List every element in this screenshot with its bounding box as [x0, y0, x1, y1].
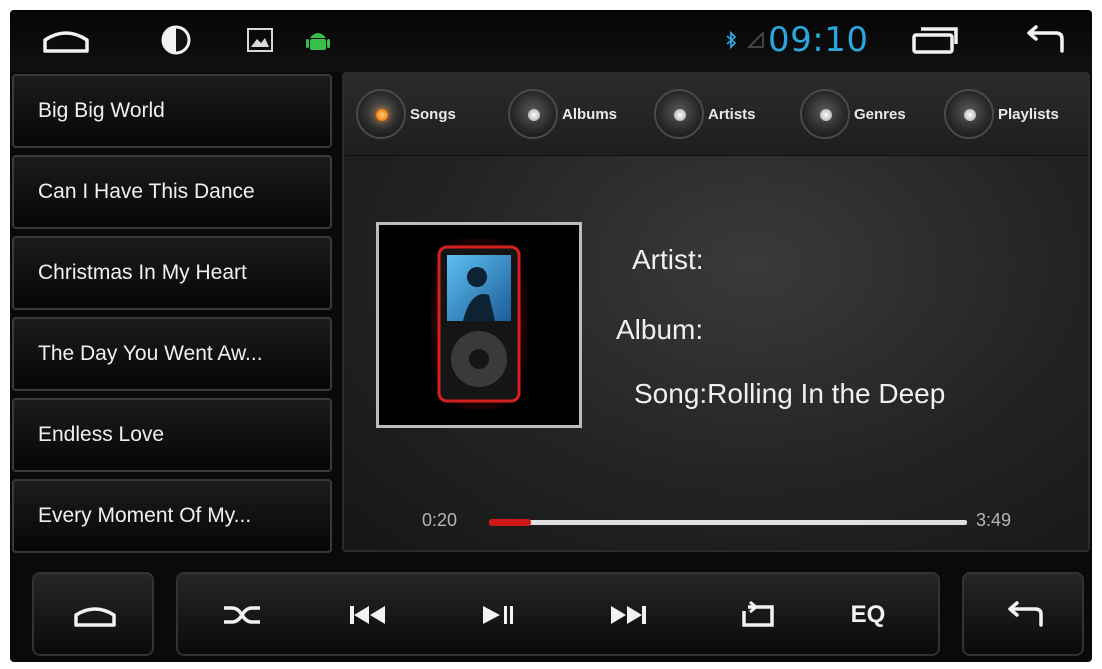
home-icon[interactable] [40, 18, 92, 62]
tab-label: Artists [708, 105, 756, 123]
tab-artists[interactable]: Artists [654, 88, 756, 140]
progress-bar[interactable] [489, 519, 967, 526]
song-item[interactable]: The Day You Went Aw... [12, 317, 332, 391]
tab-knob [944, 89, 994, 139]
signal-icon [745, 18, 767, 62]
status-bar: 09:10 [10, 10, 1092, 72]
song-title: The Day You Went Aw... [38, 342, 263, 365]
tab-label: Songs [410, 105, 456, 123]
song-list: Big Big World Can I Have This Dance Chri… [12, 74, 332, 553]
android-icon [300, 18, 336, 62]
song-title: Christmas In My Heart [38, 261, 247, 284]
tab-albums[interactable]: Albums [508, 88, 617, 140]
progress-fill [489, 519, 531, 526]
bluetooth-icon [720, 18, 742, 62]
song-item[interactable]: Every Moment Of My... [12, 479, 332, 553]
tab-genres[interactable]: Genres [800, 88, 906, 140]
back-icon[interactable] [1015, 18, 1075, 62]
song-item[interactable]: Endless Love [12, 398, 332, 472]
album-art [376, 222, 582, 428]
eq-label: EQ [850, 601, 886, 628]
song-item[interactable]: Big Big World [12, 74, 332, 148]
tab-label: Genres [854, 105, 906, 123]
image-icon [242, 18, 278, 62]
home-icon [70, 592, 120, 638]
song-title: Endless Love [38, 423, 165, 446]
back-icon [998, 592, 1052, 638]
music-player-icon [379, 225, 579, 425]
tab-label: Playlists [998, 105, 1059, 123]
shuffle-icon[interactable] [212, 592, 272, 638]
repeat-icon[interactable] [728, 592, 788, 638]
tab-label: Albums [562, 105, 618, 123]
previous-icon[interactable] [338, 592, 398, 638]
song-item[interactable]: Can I Have This Dance [12, 155, 332, 229]
tab-knob [800, 89, 850, 139]
clock: 09:10 [768, 20, 869, 60]
tab-songs[interactable]: Songs [356, 88, 456, 140]
current-time: 0:20 [422, 510, 458, 530]
total-time: 3:49 [976, 510, 1012, 530]
song-title: Every Moment Of My... [38, 504, 252, 527]
tab-knob [356, 89, 406, 139]
play-pause-icon[interactable] [468, 592, 528, 638]
brightness-icon[interactable] [155, 18, 197, 62]
album-label: Album: [616, 314, 704, 345]
song-label: Song:Rolling In the Deep [634, 378, 946, 409]
next-icon[interactable] [598, 592, 658, 638]
now-playing-panel: Songs Albums Artists Genres Playlists Ar… [342, 72, 1090, 552]
song-title: Can I Have This Dance [38, 180, 255, 203]
song-title: Big Big World [38, 99, 165, 122]
recent-apps-icon[interactable] [905, 18, 965, 62]
car-media-player: 09:10 Big Big World Can I Have This Danc… [10, 10, 1092, 662]
tab-knob [654, 89, 704, 139]
artist-label: Artist: [632, 244, 704, 275]
back-button[interactable] [962, 572, 1084, 656]
tab-knob [508, 89, 558, 139]
home-button[interactable] [32, 572, 154, 656]
song-item[interactable]: Christmas In My Heart [12, 236, 332, 310]
category-tabs: Songs Albums Artists Genres Playlists [344, 74, 1088, 156]
tab-playlists[interactable]: Playlists [944, 88, 1059, 140]
playback-controls: EQ [176, 572, 940, 656]
eq-button[interactable]: EQ [838, 592, 898, 638]
